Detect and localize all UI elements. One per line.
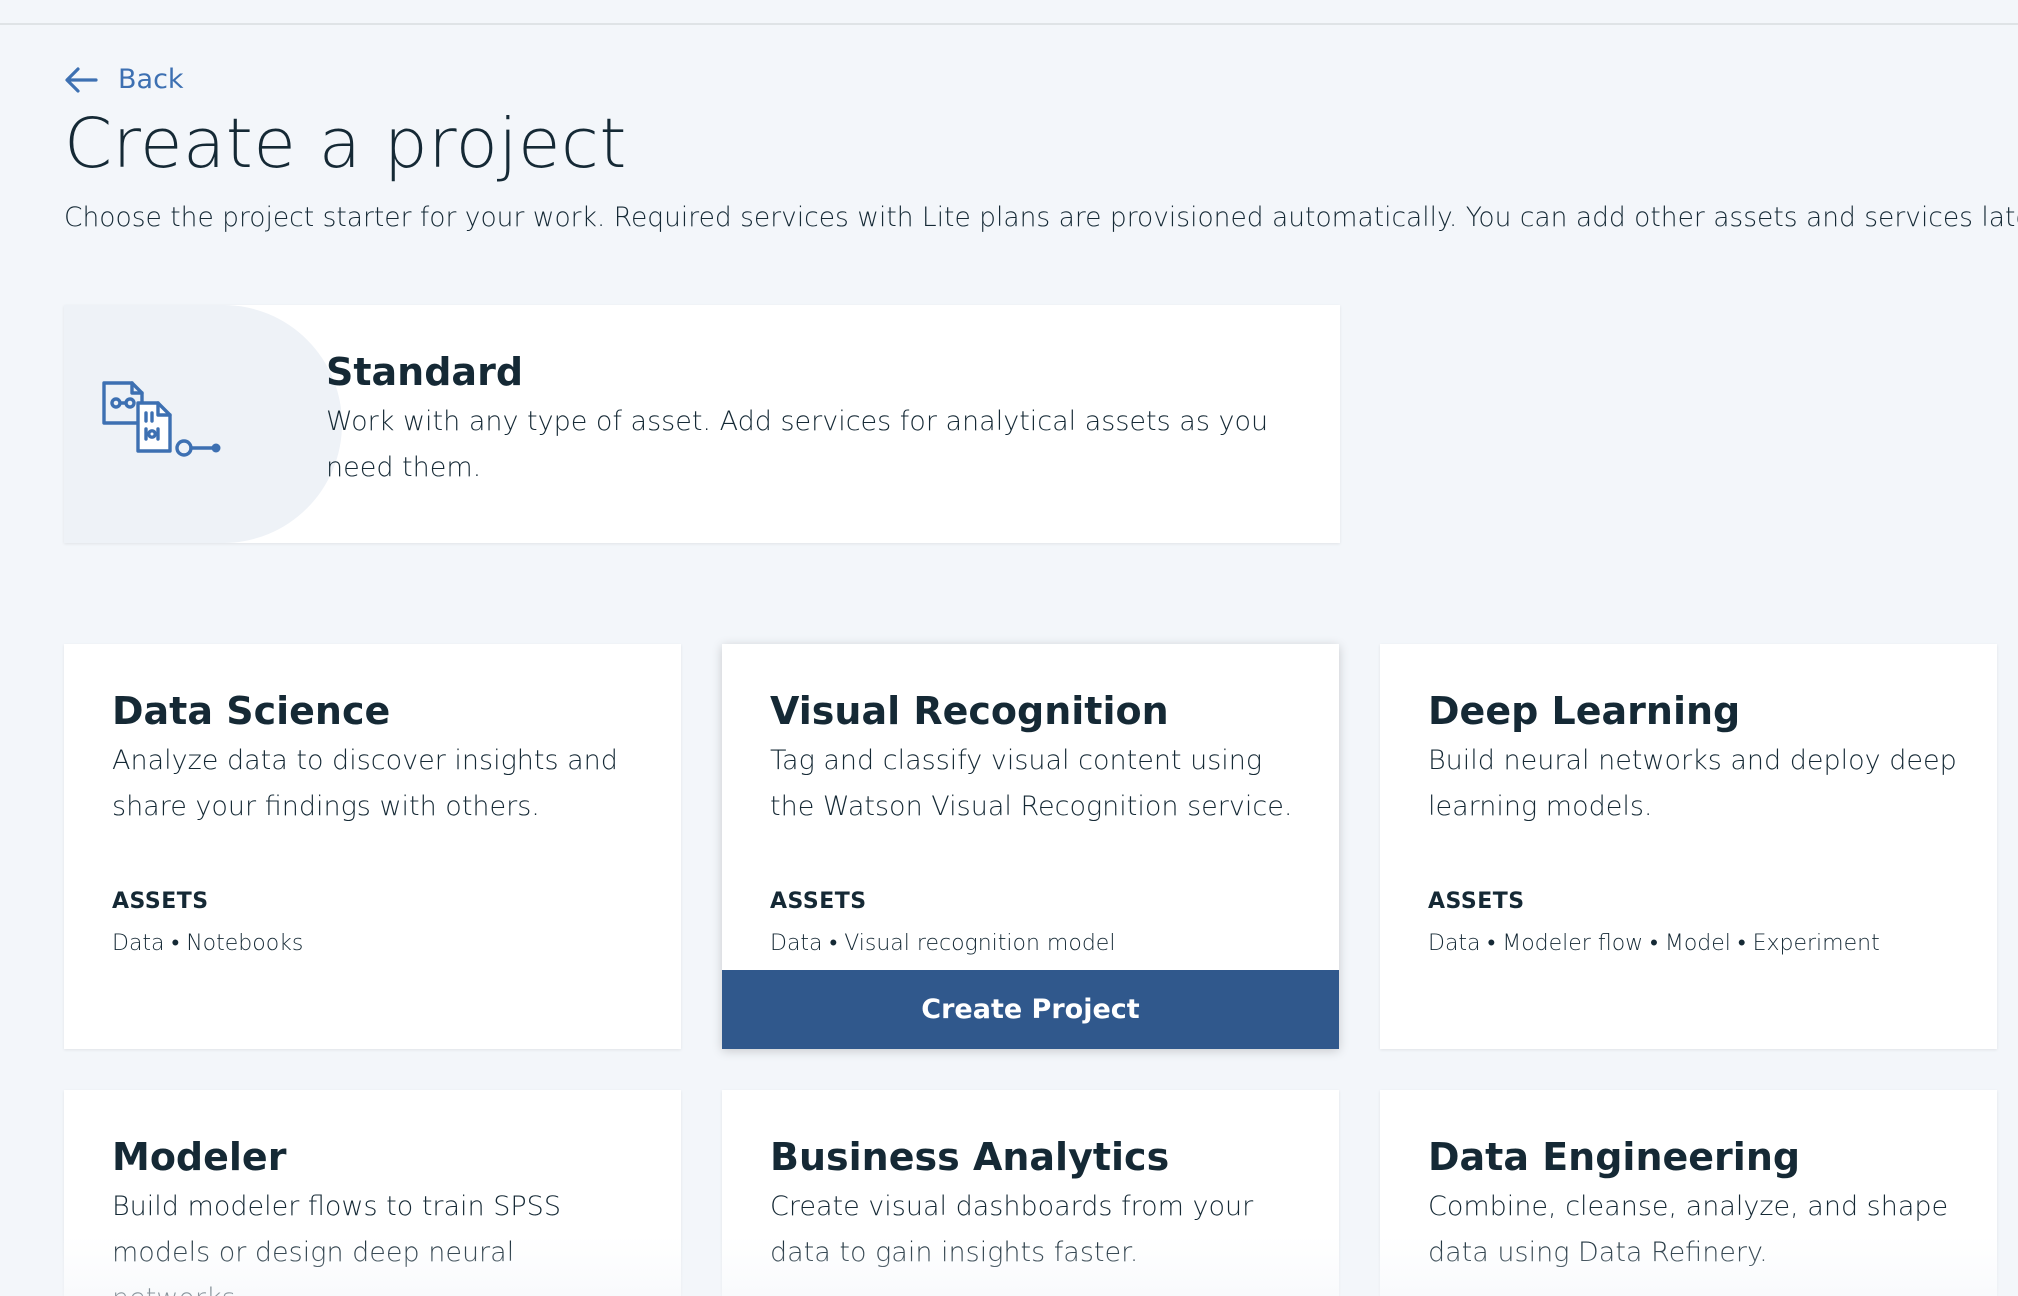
top-bar <box>0 0 2018 25</box>
assets-flow-icon <box>102 381 221 457</box>
page-title: Create a project <box>64 104 627 184</box>
modeler-card[interactable]: Modeler Build modeler flows to train SPS… <box>64 1090 681 1296</box>
page-subtitle: Choose the project starter for your work… <box>64 202 2018 233</box>
create-project-button[interactable]: Create Project <box>722 970 1339 1049</box>
card-description: Tag and classify visual content using th… <box>770 745 1293 822</box>
card-title: Data Science <box>112 689 391 733</box>
card-title: Business Analytics <box>770 1135 1170 1179</box>
visual-recognition-card[interactable]: Visual Recognition Tag and classify visu… <box>722 644 1339 1049</box>
card-title: Data Engineering <box>1428 1135 1801 1179</box>
deep-learning-card[interactable]: Deep Learning Build neural networks and … <box>1380 644 1997 1049</box>
card-description: Create visual dashboards from your data … <box>770 1191 1254 1268</box>
standard-project-card[interactable]: Standard Work with any type of asset. Ad… <box>64 305 1340 543</box>
business-analytics-card[interactable]: Business Analytics Create visual dashboa… <box>722 1090 1339 1296</box>
assets-list: Data • Visual recognition model <box>770 931 1116 956</box>
card-title: Deep Learning <box>1428 689 1741 733</box>
card-title: Modeler <box>112 1135 287 1179</box>
card-description: Analyze data to discover insights and sh… <box>112 745 618 822</box>
back-label: Back <box>118 64 184 95</box>
assets-label: ASSETS <box>112 889 209 914</box>
assets-list: Data • Modeler flow • Model • Experiment <box>1428 931 1880 956</box>
assets-list: Data • Notebooks <box>112 931 304 956</box>
arrow-left-icon <box>65 66 98 93</box>
create-project-page: Back Create a project Choose the project… <box>0 0 2018 1296</box>
card-description: Combine, cleanse, analyze, and shape dat… <box>1428 1191 1949 1268</box>
card-description: Build neural networks and deploy deep le… <box>1428 745 1957 822</box>
card-title: Visual Recognition <box>770 689 1169 733</box>
standard-description: Work with any type of asset. Add service… <box>326 406 1269 483</box>
data-engineering-card[interactable]: Data Engineering Combine, cleanse, analy… <box>1380 1090 1997 1296</box>
assets-label: ASSETS <box>770 889 867 914</box>
standard-title: Standard <box>326 350 524 394</box>
assets-label: ASSETS <box>1428 889 1525 914</box>
data-science-card[interactable]: Data Science Analyze data to discover in… <box>64 644 681 1049</box>
card-description: Build modeler flows to train SPSS models… <box>112 1191 561 1296</box>
back-link[interactable]: Back <box>64 64 184 95</box>
